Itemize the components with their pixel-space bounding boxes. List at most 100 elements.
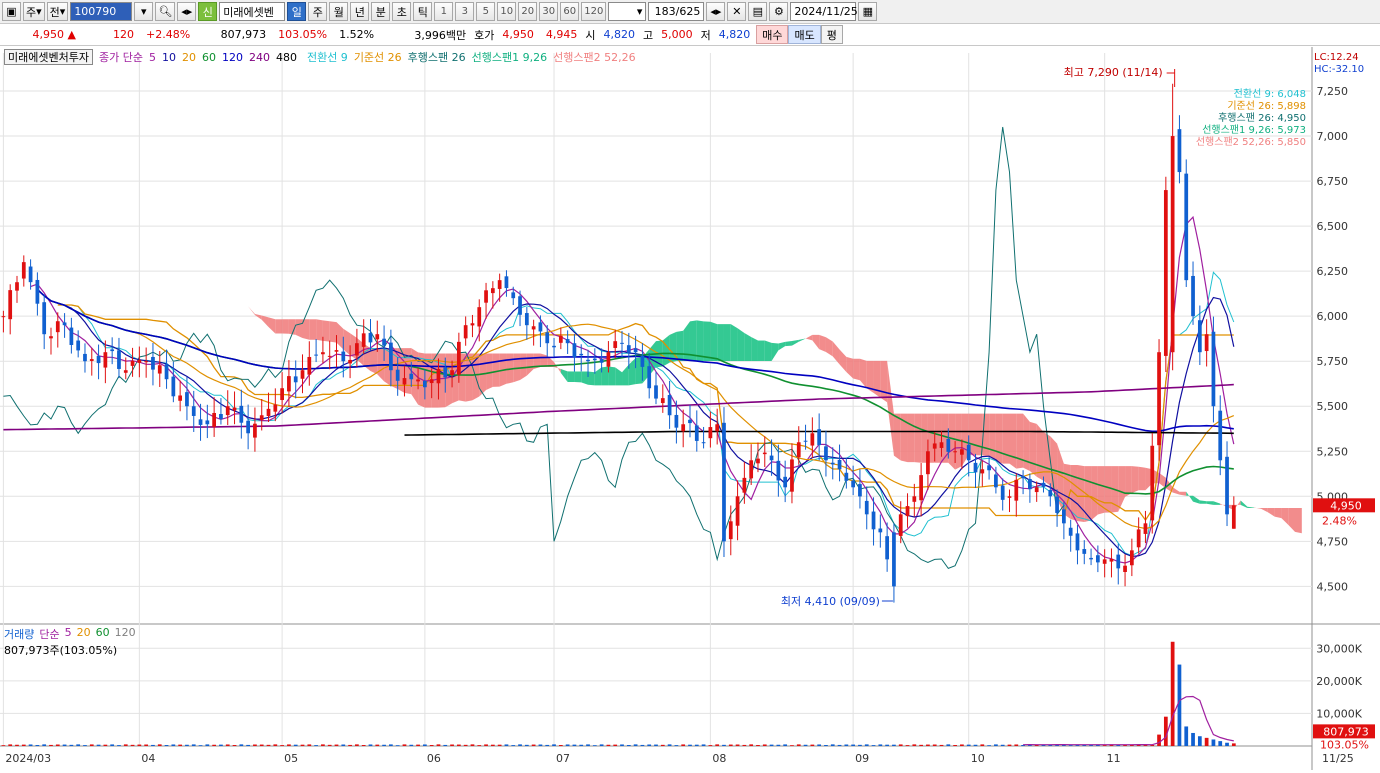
ma-legend-item[interactable]: 240 xyxy=(249,51,270,64)
candle-body xyxy=(198,419,203,425)
cloud-segment xyxy=(934,413,942,463)
candle-body xyxy=(892,532,896,587)
volume-bar xyxy=(69,744,74,746)
sin-badge[interactable]: 신 xyxy=(198,2,218,21)
period-second[interactable]: 초 xyxy=(392,2,412,21)
stock-code-input[interactable]: 100790 xyxy=(70,2,133,21)
interval-30[interactable]: 30 xyxy=(539,2,559,21)
save-icon[interactable]: ▤ xyxy=(748,2,768,21)
bid-price: 4,945 xyxy=(545,28,578,41)
volume-bar xyxy=(361,745,366,746)
candle-body xyxy=(293,376,298,383)
stock-name-box[interactable]: 미래에셋벤처투자 xyxy=(4,49,93,65)
sell-button[interactable]: 매도 xyxy=(788,25,821,44)
candle-body xyxy=(885,536,889,560)
ma-legend-item[interactable]: 480 xyxy=(276,51,297,64)
chart-area[interactable]: 4,500 4,750 5,000 5,250 5,500 5,750 6,000 6,250… xyxy=(0,47,1380,770)
candle-body xyxy=(606,352,611,367)
search-icon[interactable]: 🔍︎ xyxy=(155,2,176,21)
cloud-segment xyxy=(757,340,765,361)
code-dropdown-button[interactable]: ▾ xyxy=(134,2,154,21)
candle-body xyxy=(1184,173,1189,281)
window-icon[interactable]: ▣ xyxy=(2,2,21,21)
eval-button[interactable]: 평 xyxy=(820,25,843,44)
cloud-segment xyxy=(1125,466,1132,497)
stock-name-field[interactable]: 미래에셋벤 xyxy=(219,2,286,21)
type-select[interactable]: 주 ▾ xyxy=(23,2,45,21)
volume-ma-legend-item[interactable]: 20 xyxy=(77,626,91,642)
candle-body xyxy=(456,341,461,375)
period-minute[interactable]: 분 xyxy=(371,2,391,21)
interval-20[interactable]: 20 xyxy=(518,2,538,21)
interval-120[interactable]: 120 xyxy=(581,2,607,21)
count-field[interactable]: 183/625 xyxy=(648,2,705,21)
candle-body xyxy=(599,359,604,363)
cloud-segment xyxy=(764,340,772,361)
candle-body xyxy=(742,477,747,493)
scroll-left-icon[interactable]: ◂▸ xyxy=(706,2,726,21)
volume-title: 거래량 xyxy=(4,628,35,641)
interval-60[interactable]: 60 xyxy=(560,2,580,21)
settings-gear-icon[interactable]: ⚙ xyxy=(769,2,789,21)
candle-body xyxy=(1068,527,1073,536)
period-year[interactable]: 년 xyxy=(350,2,370,21)
price-tick-label: 4,500 xyxy=(1317,580,1349,593)
candle-body xyxy=(504,276,509,289)
candle-body xyxy=(987,465,991,471)
period-month[interactable]: 월 xyxy=(329,2,349,21)
interval-10[interactable]: 10 xyxy=(497,2,517,21)
toolbar: ▣ 주 ▾ 전 ▾ 100790 ▾ 🔍︎ ◂▸ 신 미래에셋벤 일 주 월 년 분… xyxy=(0,0,1380,24)
volume-bar xyxy=(456,744,461,746)
buy-button[interactable]: 매수 xyxy=(756,25,789,44)
cloud-segment xyxy=(1029,421,1037,477)
volume-ma-legend-item[interactable]: 60 xyxy=(96,626,110,642)
date-field[interactable]: 2024/11/25 xyxy=(790,2,858,21)
period-week[interactable]: 주 xyxy=(308,2,328,21)
volume-bar xyxy=(348,744,352,746)
candle-body xyxy=(212,412,217,427)
ichimoku-legend-item[interactable]: 전환선 9 xyxy=(307,49,348,65)
ma-legend-item[interactable]: 20 xyxy=(182,51,196,64)
candle-body xyxy=(1109,559,1114,562)
candle-body xyxy=(253,423,257,438)
ichimoku-legend-item[interactable]: 선행스팬2 52,26 xyxy=(553,49,635,65)
volume-bar xyxy=(613,744,618,746)
ichimoku-legend-item[interactable]: 후행스팬 26 xyxy=(408,49,466,65)
candle-body xyxy=(511,292,516,299)
volume-bar xyxy=(1170,641,1175,746)
ichimoku-legend-item[interactable]: 선행스팬1 9,26 xyxy=(472,49,547,65)
interval-custom-input[interactable]: ▾ xyxy=(608,2,647,21)
candle-body xyxy=(490,288,495,294)
ma-legend-item[interactable]: 5 xyxy=(149,51,156,64)
volume-ma-legend-item[interactable]: 120 xyxy=(115,626,136,642)
mode-select[interactable]: 전 ▾ xyxy=(46,2,69,21)
candle-body xyxy=(1143,523,1148,534)
cloud-segment xyxy=(282,319,289,334)
ma-legend-item[interactable]: 60 xyxy=(202,51,216,64)
speaker-icon[interactable]: ◂▸ xyxy=(177,2,197,21)
interval-3[interactable]: 3 xyxy=(455,2,475,21)
candle-body xyxy=(429,379,434,384)
ichimoku-legend-item[interactable]: 기준선 26 xyxy=(354,49,402,65)
candle-body xyxy=(939,442,944,448)
period-tick[interactable]: 틱 xyxy=(413,2,433,21)
chart-canvas[interactable]: 4,5004,7505,0005,2505,5005,7506,0006,250… xyxy=(0,47,1380,770)
candle-body xyxy=(1021,476,1025,479)
date-tick-label: 11 xyxy=(1107,752,1121,765)
interval-5[interactable]: 5 xyxy=(476,2,496,21)
volume-ma-legend-item[interactable]: 5 xyxy=(65,626,72,642)
candle-body xyxy=(164,364,169,380)
period-day[interactable]: 일 xyxy=(287,2,307,21)
cloud-segment xyxy=(751,337,758,361)
calendar-icon[interactable]: ▦ xyxy=(858,2,878,21)
cloud-segment xyxy=(744,332,752,361)
volume-bar xyxy=(246,744,250,746)
crosshair-icon[interactable]: ✕ xyxy=(727,2,747,21)
interval-1[interactable]: 1 xyxy=(434,2,454,21)
ma-legend-item[interactable]: 120 xyxy=(222,51,243,64)
ma-legend-item[interactable]: 10 xyxy=(162,51,176,64)
candle-body xyxy=(191,406,196,416)
cloud-segment xyxy=(717,324,724,361)
volume-bar xyxy=(1007,744,1012,746)
candle-body xyxy=(552,345,556,348)
